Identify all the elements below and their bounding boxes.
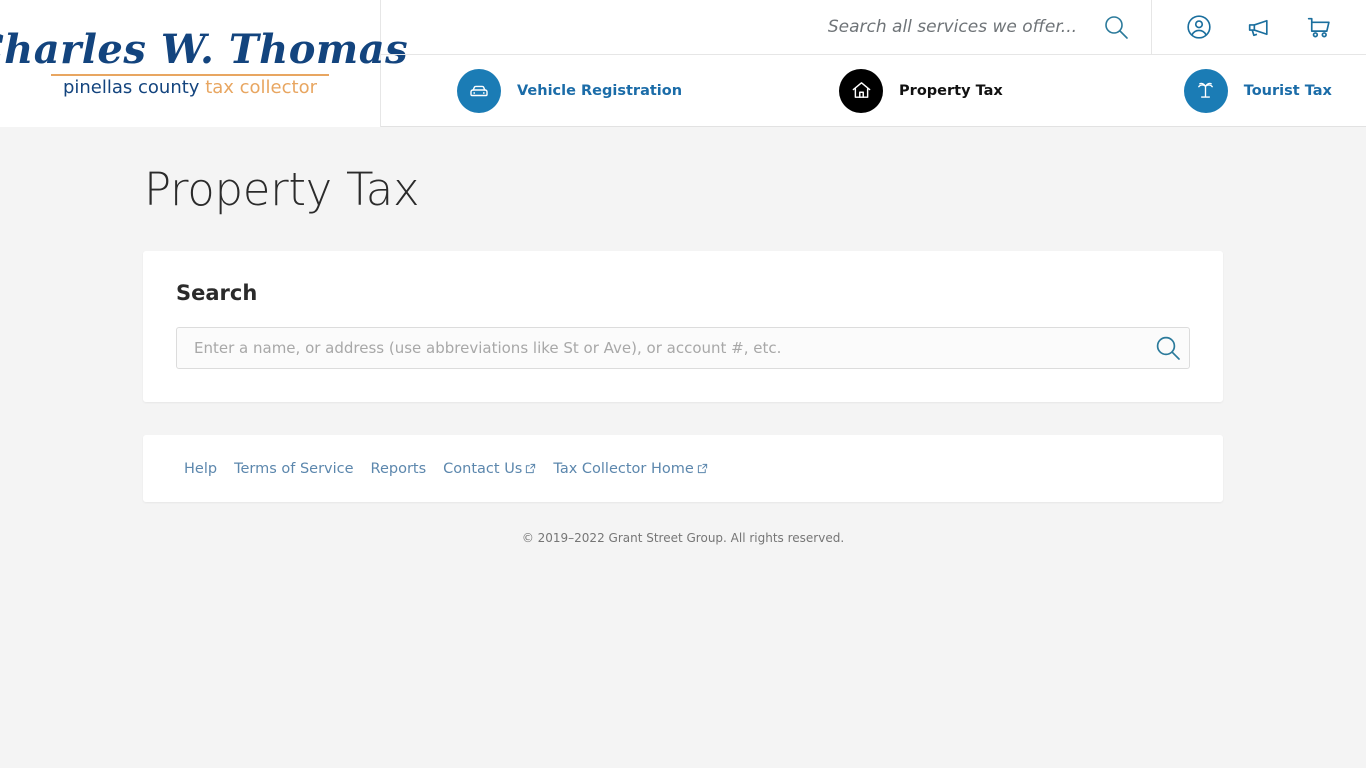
footer-link-help-label: Help [184,460,218,477]
footer-link-contact-us-label: Contact Us [443,460,523,477]
search-heading: Search [176,281,258,305]
footer-link-reports-label: Reports [370,460,427,477]
external-link-icon [525,463,536,474]
footer-links-card: Help Terms of Service Reports Contact Us [143,435,1223,502]
header-icon-group [1152,0,1366,55]
footer-link-tax-collector-home-label: Tax Collector Home [553,460,694,477]
footer-link-terms-of-service[interactable]: Terms of Service [234,461,353,477]
search-field [176,327,1190,369]
search-input[interactable] [176,327,1190,369]
palm-tree-icon [1183,68,1228,113]
external-link-icon [697,463,708,474]
nav-item-tourist-tax[interactable]: Tourist Tax [1183,68,1332,113]
copyright-text: © 2019–2022 Grant Street Group. All righ… [521,531,845,545]
footer-link-tax-collector-home[interactable]: Tax Collector Home [553,461,707,477]
account-circle-icon[interactable] [1186,14,1212,40]
shopping-cart-icon[interactable] [1305,14,1332,41]
content-container: Property Tax Search Help Terms of Servic… [143,163,1223,545]
megaphone-icon[interactable] [1245,14,1272,41]
nav-label-vehicle-registration: Vehicle Registration [517,82,683,99]
car-icon [457,68,501,113]
logo-subtitle-taxcollector: tax collector [205,77,318,98]
header-top-bar: Search all services we offer... [381,0,1366,55]
logo-divider-rule [51,74,329,76]
house-icon [839,68,884,113]
search-card: Search [143,251,1223,402]
header-right: Search all services we offer... Vehicle … [381,0,1366,126]
nav-label-property-tax: Property Tax [899,82,1003,99]
footer-link-terms-of-service-label: Terms of Service [234,460,354,477]
page-title: Property Tax [144,163,420,216]
service-nav: Vehicle Registration Property Tax Touris… [381,55,1366,126]
footer-link-contact-us[interactable]: Contact Us [443,461,536,477]
footer-link-reports[interactable]: Reports [371,461,427,477]
footer-link-help[interactable]: Help [184,461,217,477]
nav-label-tourist-tax: Tourist Tax [1243,82,1332,99]
logo-subtitle-county: pinellas county [62,77,200,98]
site-logo[interactable]: Charles W. Thomas pinellas county tax co… [0,0,408,127]
logo-script-name: Charles W. Thomas [0,26,409,73]
logo-subtitle: pinellas county tax collector [63,78,317,98]
search-submit-button[interactable] [1154,334,1182,362]
nav-item-vehicle-registration[interactable]: Vehicle Registration [457,68,683,113]
global-search-placeholder: Search all services we offer... [827,17,1077,37]
nav-item-property-tax[interactable]: Property Tax [839,68,1003,113]
global-search[interactable]: Search all services we offer... [381,0,1152,55]
site-header: Charles W. Thomas pinellas county tax co… [0,0,1366,127]
main-content: Property Tax Search Help Terms of Servic… [0,127,1366,545]
search-icon[interactable] [1103,14,1129,40]
